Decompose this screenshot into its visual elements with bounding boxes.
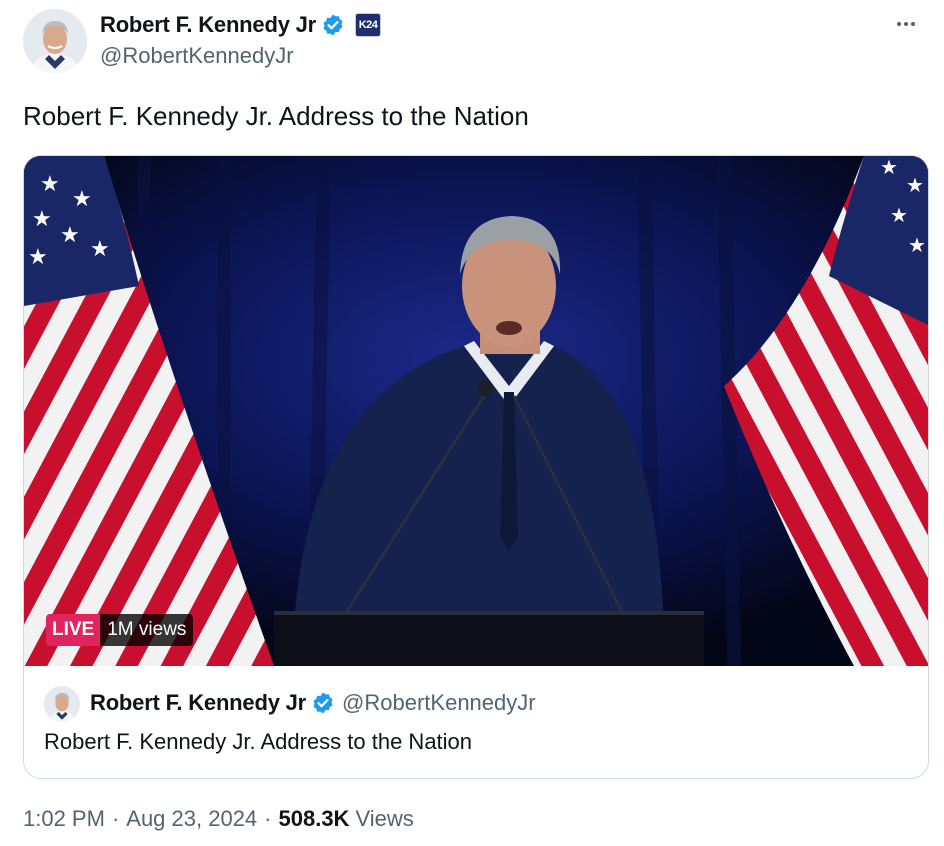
author-avatar[interactable] (23, 9, 87, 73)
more-options-icon[interactable] (891, 13, 921, 35)
author-name-row: Robert F. Kennedy Jr K24 (100, 11, 382, 39)
quoted-broadcast-info[interactable]: Robert F. Kennedy Jr @RobertKennedyJr Ro… (24, 666, 928, 778)
tweet-header: Robert F. Kennedy Jr K24 @RobertKennedyJ… (23, 9, 923, 73)
verified-badge-icon[interactable] (321, 13, 345, 37)
tweet-time[interactable]: 1:02 PM (23, 806, 105, 832)
affiliation-badge-text: K24 (358, 19, 378, 31)
svg-text:★: ★ (40, 172, 60, 197)
meta-separator: · (264, 806, 272, 831)
affiliation-badge-icon[interactable]: K24 (355, 13, 382, 37)
tweet-date[interactable]: Aug 23, 2024 (126, 806, 257, 832)
svg-text:★: ★ (90, 237, 110, 262)
author-display-name[interactable]: Robert F. Kennedy Jr (100, 12, 316, 38)
svg-text:★: ★ (72, 187, 92, 212)
live-badge: LIVE 1M views (46, 614, 194, 646)
live-label: LIVE (46, 614, 101, 646)
svg-text:★: ★ (32, 207, 52, 232)
author-handle[interactable]: @RobertKennedyJr (100, 43, 294, 69)
svg-text:★: ★ (906, 173, 924, 197)
svg-text:★: ★ (890, 203, 908, 227)
meta-separator: · (111, 806, 120, 831)
quoted-handle[interactable]: @RobertKennedyJr (342, 690, 536, 716)
quoted-display-name[interactable]: Robert F. Kennedy Jr (90, 690, 306, 716)
tweet-meta: 1:02 PM · Aug 23, 2024 · 508.3K Views (23, 806, 414, 832)
views-count[interactable]: 508.3K (279, 806, 350, 832)
quoted-name-row: Robert F. Kennedy Jr @RobertKennedyJr (90, 688, 536, 718)
svg-text:★: ★ (880, 156, 898, 179)
verified-badge-icon (311, 691, 335, 715)
svg-text:★: ★ (28, 245, 48, 270)
quoted-author-avatar[interactable] (44, 686, 80, 722)
live-views-label: 1M views (100, 614, 194, 646)
views-label: Views (355, 806, 414, 831)
quoted-text: Robert F. Kennedy Jr. Address to the Nat… (44, 729, 473, 754)
live-video-thumbnail[interactable]: ★ ★ ★ ★ ★ ★ ★ ★ ★ ★ LIVE 1M views (24, 156, 928, 666)
svg-text:★: ★ (60, 223, 80, 248)
tweet-text: Robert F. Kennedy Jr. Address to the Nat… (23, 101, 529, 131)
broadcast-card[interactable]: ★ ★ ★ ★ ★ ★ ★ ★ ★ ★ LIVE 1M views Robert… (23, 155, 929, 779)
svg-text:★: ★ (908, 233, 926, 257)
